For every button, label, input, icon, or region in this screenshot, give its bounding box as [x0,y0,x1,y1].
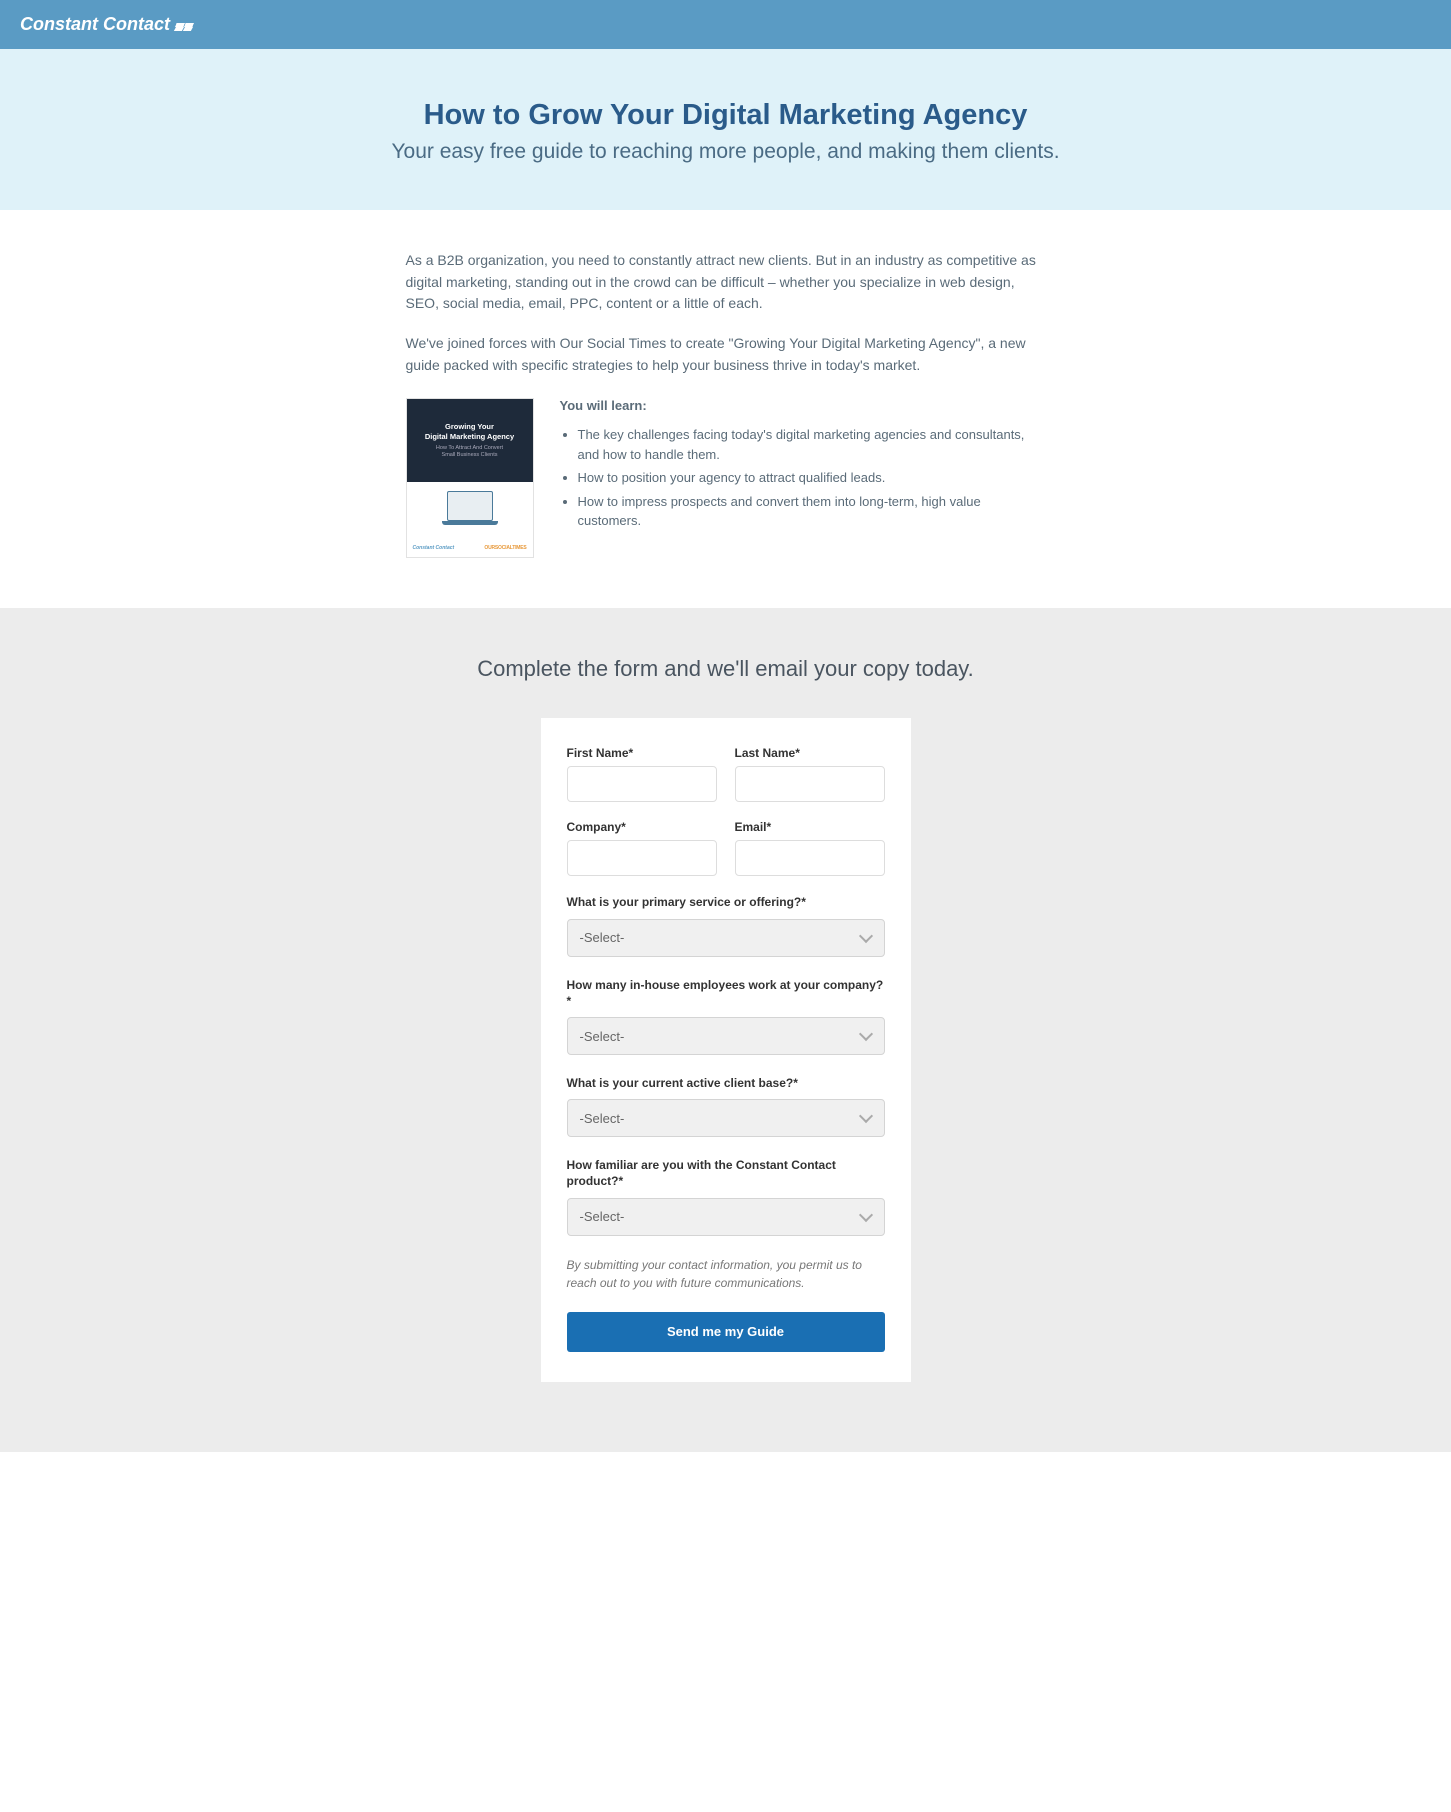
company-input[interactable] [567,840,717,876]
first-name-label: First Name* [567,746,717,760]
header-bar: Constant Contact [0,0,1451,49]
hero-section: How to Grow Your Digital Marketing Agenc… [0,49,1451,210]
chevron-down-icon: -Select- [567,1198,885,1236]
content-section: As a B2B organization, you need to const… [386,210,1066,608]
last-name-input[interactable] [735,766,885,802]
list-item: How to impress prospects and convert the… [578,492,1046,531]
client-base-select[interactable]: -Select- [567,1099,885,1137]
chevron-down-icon: -Select- [567,1017,885,1055]
brand-logo-icon [176,23,193,27]
email-label: Email* [735,820,885,834]
brand-logo[interactable]: Constant Contact [20,14,193,35]
laptop-icon [447,491,493,521]
intro-paragraph-1: As a B2B organization, you need to const… [406,250,1046,315]
employees-select[interactable]: -Select- [567,1017,885,1055]
intro-paragraph-2: We've joined forces with Our Social Time… [406,333,1046,376]
spacer [0,1452,1451,1812]
employees-label: How many in-house employees work at your… [567,977,885,1009]
company-label: Company* [567,820,717,834]
primary-service-label: What is your primary service or offering… [567,894,885,910]
guide-cover-image: Growing Your Digital Marketing Agency Ho… [406,398,534,558]
list-item: The key challenges facing today's digita… [578,425,1046,464]
familiarity-select[interactable]: -Select- [567,1198,885,1236]
submit-button[interactable]: Send me my Guide [567,1312,885,1352]
page-subtitle: Your easy free guide to reaching more pe… [20,140,1431,164]
disclaimer-text: By submitting your contact information, … [567,1256,885,1292]
last-name-label: Last Name* [735,746,885,760]
form-section: Complete the form and we'll email your c… [0,608,1451,1451]
email-input[interactable] [735,840,885,876]
chevron-down-icon: -Select- [567,919,885,957]
client-base-label: What is your current active client base?… [567,1075,885,1091]
form-card: First Name* Last Name* Company* Email* W… [541,718,911,1381]
page-title: How to Grow Your Digital Marketing Agenc… [20,99,1431,132]
primary-service-select[interactable]: -Select- [567,919,885,957]
list-item: How to position your agency to attract q… [578,468,1046,488]
learn-list: The key challenges facing today's digita… [560,425,1046,531]
brand-name: Constant Contact [20,14,170,35]
learn-section: Growing Your Digital Marketing Agency Ho… [406,398,1046,558]
learn-heading: You will learn: [560,398,1046,413]
form-heading: Complete the form and we'll email your c… [20,656,1431,682]
chevron-down-icon: -Select- [567,1099,885,1137]
first-name-input[interactable] [567,766,717,802]
familiarity-label: How familiar are you with the Constant C… [567,1157,885,1189]
